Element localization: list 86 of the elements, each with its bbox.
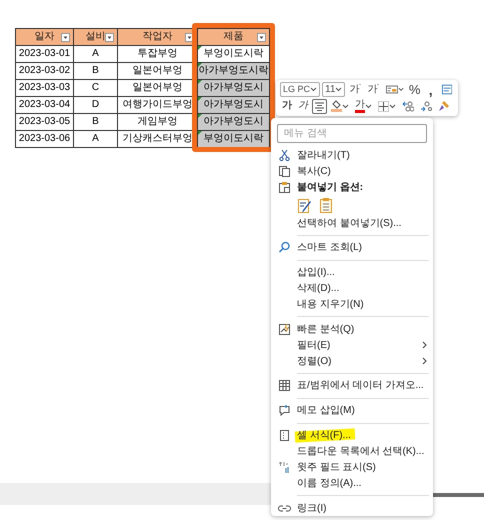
column-header[interactable]: 일자 xyxy=(16,28,74,46)
increase-decimal-button[interactable] xyxy=(400,98,416,114)
table-cell: 2023-03-04 xyxy=(16,96,74,114)
table-cell: 2023-03-01 xyxy=(16,46,74,62)
table-cell: 아가부엉도시 xyxy=(198,114,270,130)
magnifier-icon xyxy=(278,241,290,254)
table-cell: A xyxy=(74,130,118,148)
decrease-font-button[interactable]: 가 xyxy=(365,82,382,98)
paint-bucket-icon xyxy=(331,100,342,112)
menu-item[interactable]: 셀 서식(F)... xyxy=(271,428,433,444)
copy-icon xyxy=(278,165,290,178)
paste-brush-icon[interactable] xyxy=(297,196,313,214)
dropdown-caret-icon xyxy=(335,87,342,92)
menu-item[interactable]: 윗주 필드 표시(S) xyxy=(271,459,433,476)
increase-font-button[interactable]: 가 xyxy=(347,82,364,98)
dropdown-caret-icon xyxy=(310,87,317,92)
table-cell: 2023-03-06 xyxy=(16,130,74,148)
table-cell: B xyxy=(74,62,118,80)
format-painter-button[interactable] xyxy=(436,98,452,114)
menu-item[interactable]: 선택하여 붙여넣기(S)... xyxy=(271,215,433,232)
error-indicator-icon xyxy=(198,114,202,118)
italic-button[interactable]: 가 xyxy=(296,98,310,114)
menu-item[interactable]: 메모 삽입(M) xyxy=(271,402,433,419)
filter-dropdown-icon[interactable] xyxy=(185,33,194,42)
error-indicator-icon xyxy=(198,97,202,101)
menu-item[interactable]: 내용 지우기(N) xyxy=(271,296,433,312)
borders-icon xyxy=(378,100,389,112)
menu-item[interactable]: 이름 정의(A)... xyxy=(271,475,433,492)
comment-icon xyxy=(278,404,290,418)
phonetic-guide-icon xyxy=(278,460,290,474)
bold-button[interactable]: 가 xyxy=(280,98,294,114)
menu-item[interactable]: 드롭다운 목록에서 선택(K)... xyxy=(271,443,433,460)
column-header[interactable]: 작업자 xyxy=(118,28,198,46)
fill-color-button[interactable] xyxy=(329,98,351,114)
menu-item[interactable]: 정렬(O) xyxy=(271,353,433,370)
font-name-dropdown[interactable]: LG PC xyxy=(280,82,320,98)
table-icon xyxy=(278,379,290,392)
number-format-icon xyxy=(386,84,398,96)
error-indicator-icon xyxy=(198,80,202,84)
error-indicator-icon xyxy=(198,46,202,50)
dropdown-caret-icon xyxy=(342,104,349,109)
menu-item[interactable]: 잘라내기(T) xyxy=(271,148,433,164)
table-cell: 2023-03-02 xyxy=(16,62,74,80)
comma-style-button[interactable]: , xyxy=(424,82,438,98)
menu-item[interactable]: 표/범위에서 데이터 가져오... xyxy=(271,378,433,394)
error-indicator-icon xyxy=(198,63,202,67)
table-cell: B xyxy=(74,114,118,130)
menu-item[interactable]: 삽입(I)... xyxy=(271,264,433,281)
table-cell: 부엉이도시락 xyxy=(198,46,270,62)
menu-item[interactable]: 삭제(D)... xyxy=(271,280,433,297)
table-cell: 아가부엉도시 xyxy=(198,80,270,96)
borders-button[interactable] xyxy=(376,98,398,114)
dropdown-caret-icon xyxy=(389,104,396,109)
scissors-icon xyxy=(278,149,290,162)
column-header[interactable]: 제품 xyxy=(198,28,270,46)
dropdown-caret-icon xyxy=(365,104,372,109)
table-cell: 아가부엉도시락 xyxy=(198,62,270,80)
menu-item[interactable]: 링크(I) xyxy=(271,500,433,516)
align-center-button[interactable] xyxy=(312,98,327,114)
quick-analysis-icon xyxy=(278,322,290,336)
decrease-decimal-button[interactable] xyxy=(418,98,434,114)
filter-dropdown-icon[interactable] xyxy=(257,33,266,42)
error-indicator-icon xyxy=(198,131,202,135)
percent-style-button[interactable]: % xyxy=(408,82,422,98)
table-cell: 2023-03-05 xyxy=(16,114,74,130)
dropdown-caret-icon xyxy=(398,87,404,92)
filter-dropdown-icon[interactable] xyxy=(105,33,114,42)
table-cell: D xyxy=(74,96,118,114)
menu-search-field[interactable]: 메뉴 검색 xyxy=(277,124,427,143)
menu-item[interactable]: 복사(C) xyxy=(271,164,433,180)
column-header[interactable]: 설비 xyxy=(74,28,118,46)
paste-clipboard-icon[interactable] xyxy=(319,196,333,214)
menu-item[interactable]: 빠른 분석(Q) xyxy=(271,321,433,338)
menu-item[interactable]: 스마트 조회(L) xyxy=(271,240,433,256)
font-size-dropdown[interactable]: 11 xyxy=(322,82,346,98)
clipboard-icon xyxy=(278,181,290,194)
menu-item[interactable]: 필터(E) xyxy=(271,337,433,354)
table-cell: A xyxy=(74,46,118,62)
menu-section-header: 붙여넣기 옵션: xyxy=(271,180,433,196)
table-cell: 아가부엉도시 xyxy=(198,96,270,114)
font-color-button[interactable]: 가 xyxy=(353,98,374,114)
table-cell: 부엉이도시락 xyxy=(198,130,270,148)
cell-format-icon xyxy=(278,429,290,442)
table-cell: C xyxy=(74,80,118,96)
filter-dropdown-icon[interactable] xyxy=(61,33,70,42)
table-cell: 2023-03-03 xyxy=(16,80,74,96)
